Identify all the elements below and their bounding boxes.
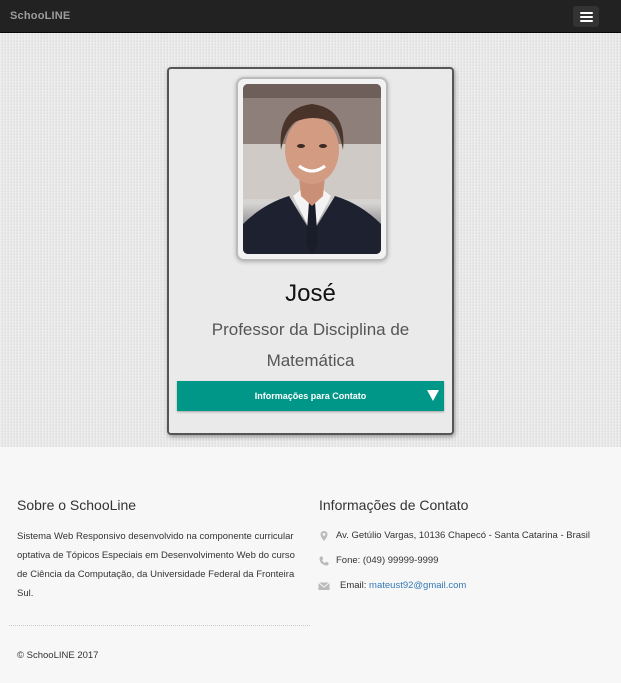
hamburger-menu-icon xyxy=(580,12,593,14)
email-link[interactable]: mateust92@gmail.com xyxy=(369,580,466,591)
profile-photo xyxy=(243,84,381,254)
portrait-image xyxy=(243,84,381,254)
profile-photo-frame xyxy=(236,77,388,261)
phone-icon xyxy=(319,556,329,566)
top-navbar: SchooLINE xyxy=(0,0,621,33)
brand-link[interactable]: SchooLINE xyxy=(10,10,70,22)
caret-down-icon xyxy=(427,390,439,401)
map-marker-icon xyxy=(320,531,328,541)
contact-info-button-label: Informações para Contato xyxy=(254,391,367,401)
envelope-icon xyxy=(318,582,330,590)
footer-divider xyxy=(9,625,310,626)
profile-role: Professor da Disciplina de Matemática xyxy=(211,320,410,370)
about-title: Sobre o SchooLine xyxy=(17,497,137,513)
profile-name: José xyxy=(285,280,336,307)
email-label: Email: xyxy=(340,580,367,591)
profile-card: José Professor da Disciplina de Matemáti… xyxy=(167,67,454,435)
phone-text: Fone: (049) 99999-9999 xyxy=(336,555,439,566)
contact-info-button[interactable]: Informações para Contato xyxy=(177,381,444,411)
hamburger-menu-button[interactable] xyxy=(573,6,599,27)
about-text: Sistema Web Responsivo desenvolvido na c… xyxy=(17,531,295,599)
contact-title: Informações de Contato xyxy=(319,497,469,513)
copyright-text: © SchooLINE 2017 xyxy=(17,650,99,661)
address-text: Av. Getúlio Vargas, 10136 Chapecó - Sant… xyxy=(336,530,590,541)
